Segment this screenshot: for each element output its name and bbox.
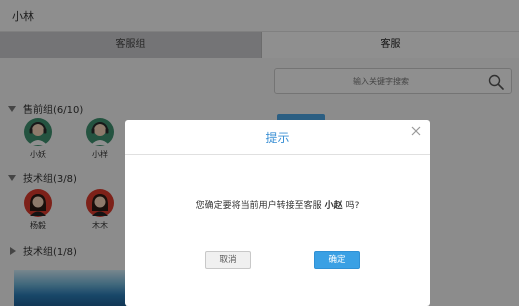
message-suffix: 吗? [345, 201, 360, 211]
transfer-confirm-dialog: 提示 您确定要将当前用户转接至客服 小赵 吗? 取消 确定 [125, 120, 430, 306]
dialog-divider [125, 154, 430, 155]
confirm-button[interactable]: 确定 [314, 251, 360, 269]
target-agent-name: 小赵 [324, 201, 343, 211]
close-icon[interactable] [410, 125, 422, 137]
message-prefix: 您确定要将当前用户转接至客服 [195, 201, 322, 211]
cancel-button[interactable]: 取消 [205, 251, 251, 269]
dialog-title: 提示 [265, 131, 290, 145]
dialog-message: 您确定要将当前用户转接至客服 小赵 吗? [125, 198, 430, 211]
